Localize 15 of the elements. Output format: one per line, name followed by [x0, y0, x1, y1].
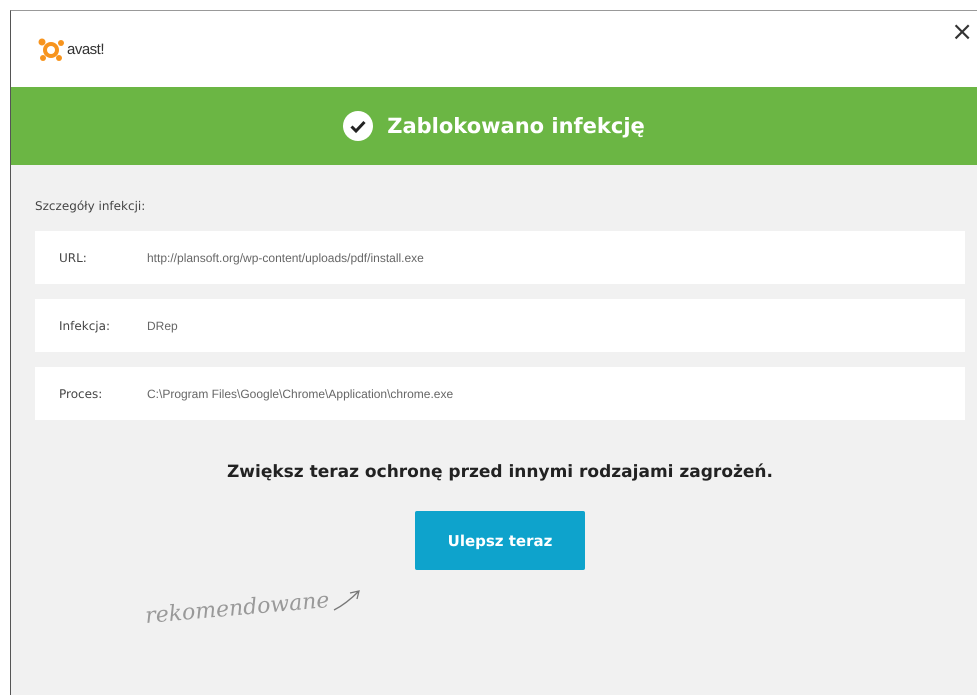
close-button[interactable]: × [947, 17, 977, 47]
checkmark-icon [343, 111, 374, 141]
arrow-icon [332, 588, 362, 612]
detail-value: http://plansoft.org/wp-content/uploads/pdf/install.exe [147, 250, 424, 264]
logo-text: avast! [67, 40, 104, 58]
promo-text: Zwiększ teraz ochronę przed innymi rodzajami zagrożeń. [226, 462, 774, 482]
recommended-note: rekomendowane [144, 588, 330, 629]
detail-label: Proces: [58, 386, 104, 400]
detail-value: DRep [147, 318, 178, 332]
detail-label: Infekcja: [58, 318, 112, 332]
banner-title: Zablokowano infekcję [387, 114, 645, 138]
detail-value: C:\Program Files\Google\Chrome\Application\chrome.exe [147, 386, 454, 400]
splat-icon [37, 36, 65, 62]
detail-label: URL: [58, 250, 88, 264]
section-heading: Szczegóły infekcji: [35, 199, 146, 213]
